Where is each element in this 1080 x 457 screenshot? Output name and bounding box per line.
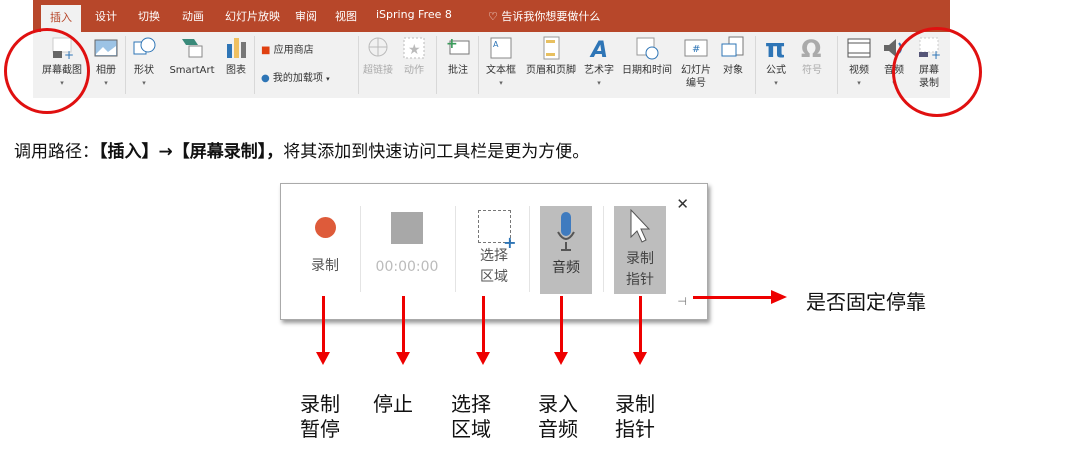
textbox-button[interactable]: A 文本框 ▾ xyxy=(481,36,521,89)
divider xyxy=(755,36,756,94)
store-bag-icon: ■ xyxy=(261,45,274,56)
audio-toggle[interactable]: 音频 xyxy=(540,206,592,294)
wordart-icon: A xyxy=(589,38,608,60)
wordart-button[interactable]: A 艺术字 ▾ xyxy=(581,36,617,89)
divider xyxy=(360,206,361,292)
divider xyxy=(837,36,838,94)
divider xyxy=(125,36,126,94)
label-record-pause: 录制 暂停 xyxy=(300,392,340,441)
divider xyxy=(478,36,479,94)
arrowhead xyxy=(316,352,330,365)
arrowhead xyxy=(633,352,647,365)
slide-number-button[interactable]: # 幻灯片 编号 xyxy=(677,36,715,90)
tab-review[interactable]: 审阅 xyxy=(295,8,317,24)
arrow-audio xyxy=(560,296,563,354)
smartart-button[interactable]: SmartArt xyxy=(165,36,219,77)
label-record-audio: 录入 音频 xyxy=(538,392,578,441)
smartart-icon xyxy=(182,39,203,58)
arrowhead xyxy=(476,352,490,365)
tab-transitions[interactable]: 切换 xyxy=(138,8,160,24)
arrowhead xyxy=(396,352,410,365)
tab-slideshow[interactable]: 幻灯片放映 xyxy=(225,8,280,24)
label-select-area: 选择 区域 xyxy=(451,392,491,441)
equation-button[interactable]: π 公式 ▾ xyxy=(760,36,792,89)
album-button[interactable]: 相册 ▾ xyxy=(88,36,124,89)
dock-label: 是否固定停靠 xyxy=(806,290,926,314)
photo-album-icon xyxy=(94,39,118,57)
stop-button[interactable]: 00:00:00 xyxy=(369,212,445,278)
tab-design[interactable]: 设计 xyxy=(95,8,117,24)
shapes-button[interactable]: 形状 ▾ xyxy=(129,36,159,89)
chart-icon xyxy=(227,38,246,58)
action-button[interactable]: ★ 动作 xyxy=(399,36,429,77)
object-button[interactable]: 对象 xyxy=(717,36,749,77)
record-dot-icon xyxy=(314,217,336,238)
date-time-button[interactable]: 日期和时间 xyxy=(619,36,675,77)
tab-animations[interactable]: 动画 xyxy=(182,8,204,24)
comment-button[interactable]: + 批注 xyxy=(441,36,475,77)
divider xyxy=(455,206,456,292)
dock-arrow xyxy=(693,296,771,299)
store-button[interactable]: ■ 应用商店 xyxy=(261,44,314,57)
calendar-clock-icon xyxy=(636,37,659,60)
arrow-stop xyxy=(402,296,405,354)
caption-text: 调用路径：【插入】→【屏幕录制】，将其添加到快速访问工具栏是更为方便。 xyxy=(14,142,590,162)
comment-icon: + xyxy=(446,36,470,55)
video-button[interactable]: 视频 ▾ xyxy=(843,36,875,89)
highlight-circle-screen-recording xyxy=(892,27,982,117)
lightbulb-icon: ♡ xyxy=(488,10,502,23)
shapes-icon xyxy=(133,37,156,55)
chart-button[interactable]: 图表 xyxy=(221,36,251,77)
arrow-pointer xyxy=(639,296,642,354)
divider xyxy=(529,206,530,292)
record-button[interactable]: 录制 xyxy=(295,214,355,277)
stop-square-icon xyxy=(391,212,423,244)
object-icon xyxy=(721,36,744,57)
svg-text:A: A xyxy=(493,40,499,49)
divider xyxy=(358,36,359,94)
star-action-icon: ★ xyxy=(403,37,425,59)
hyperlink-button[interactable]: 超链接 xyxy=(360,36,396,77)
tab-view[interactable]: 视图 xyxy=(335,8,357,24)
omega-icon: Ω xyxy=(801,36,821,60)
select-area-button[interactable]: + 选择 区域 xyxy=(464,210,524,288)
label-stop: 停止 xyxy=(373,392,413,416)
label-record-pointer: 录制 指针 xyxy=(615,392,655,441)
svg-text:+: + xyxy=(446,36,458,52)
divider xyxy=(603,206,604,292)
svg-text:★: ★ xyxy=(408,42,421,58)
screen-recording-dialog: 录制 00:00:00 + 选择 区域 音频 录制 指针 ✕ ⊣ xyxy=(280,183,708,320)
svg-text:π: π xyxy=(765,36,786,60)
highlight-circle-screenshot xyxy=(4,28,90,114)
arrow-record xyxy=(322,296,325,354)
close-button[interactable]: ✕ xyxy=(676,195,689,213)
select-area-icon: + xyxy=(477,210,517,251)
my-addins-button[interactable]: ● 我的加载项 ▾ xyxy=(261,72,330,86)
record-pointer-toggle[interactable]: 录制 指针 xyxy=(614,206,666,294)
pin-icon[interactable]: ⊣ xyxy=(677,295,687,308)
slide-number-icon: # xyxy=(684,39,708,57)
globe-link-icon xyxy=(368,37,388,57)
powerpoint-ribbon: 插入 设计 切换 动画 幻灯片放映 审阅 视图 iSpring Free 8 ♡… xyxy=(33,0,950,98)
tell-me-search[interactable]: ♡ 告诉我你想要做什么 xyxy=(488,8,600,24)
svg-text:#: # xyxy=(692,44,700,55)
tab-ispring[interactable]: iSpring Free 8 xyxy=(376,8,452,21)
header-footer-icon xyxy=(543,36,560,60)
divider xyxy=(254,36,255,94)
header-footer-button[interactable]: 页眉和页脚 xyxy=(523,36,579,77)
divider xyxy=(436,36,437,94)
svg-text:Ω: Ω xyxy=(801,36,821,60)
symbol-button[interactable]: Ω 符号 xyxy=(796,36,828,77)
cursor-arrow-icon xyxy=(630,209,651,243)
pi-icon: π xyxy=(765,36,786,60)
arrowhead xyxy=(554,352,568,365)
arrow-select xyxy=(482,296,485,354)
addins-icon: ● xyxy=(261,73,273,84)
svg-text:A: A xyxy=(589,38,608,60)
film-icon xyxy=(847,38,871,58)
ribbon-tab-bar: 插入 设计 切换 动画 幻灯片放映 审阅 视图 iSpring Free 8 ♡… xyxy=(33,0,950,32)
textbox-icon: A xyxy=(490,37,512,59)
microphone-icon xyxy=(557,212,575,251)
dock-arrowhead xyxy=(771,290,787,304)
